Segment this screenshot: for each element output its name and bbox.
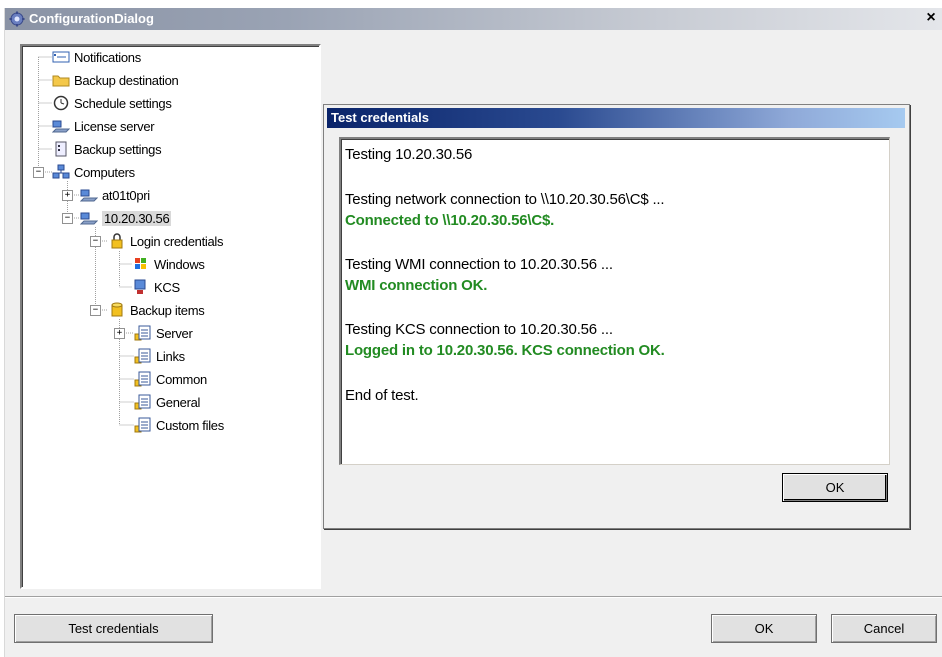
tree-item-label: at01t0pri xyxy=(102,187,150,203)
tree-item-label: Links xyxy=(156,348,185,364)
tree-item-label: 10.20.30.56 xyxy=(102,210,172,226)
output-line: Testing 10.20.30.56 xyxy=(345,146,473,163)
tree-item-common[interactable]: Common xyxy=(134,369,207,389)
folder-icon xyxy=(52,75,70,87)
windows-logo-icon xyxy=(135,258,146,269)
configuration-dialog-window: ConfigurationDialog × − + − − − + Notifi… xyxy=(4,8,942,657)
gear-icon xyxy=(9,11,25,27)
collapse-toggle-backup-items[interactable]: − xyxy=(90,305,101,316)
tree-item-custom-files[interactable]: Custom files xyxy=(134,415,224,435)
output-line: Testing WMI connection to 10.20.30.56 ..… xyxy=(345,256,613,273)
network-computer-icon xyxy=(52,120,70,133)
test-output-box[interactable]: Testing 10.20.30.56 Testing network conn… xyxy=(339,137,890,465)
ok-button[interactable]: OK xyxy=(711,614,817,643)
kcs-computer-icon xyxy=(134,279,146,294)
tree-item-backup-items[interactable]: Backup items xyxy=(108,300,205,320)
clock-icon xyxy=(53,95,69,111)
tree-item-label: Notifications xyxy=(74,49,141,65)
backup-list-icon xyxy=(134,325,151,341)
backup-list-icon xyxy=(134,371,151,387)
test-credentials-button[interactable]: Test credentials xyxy=(14,614,213,643)
tree-item-backup-destination[interactable]: Backup destination xyxy=(52,70,179,90)
database-icon xyxy=(111,302,123,317)
output-line-success: WMI connection OK. xyxy=(345,277,488,294)
network-computer-icon xyxy=(80,189,98,202)
computers-icon xyxy=(52,164,70,179)
tree-item-label: Windows xyxy=(154,256,205,272)
cancel-button[interactable]: Cancel xyxy=(831,614,937,643)
tree-item-computers[interactable]: Computers xyxy=(52,162,135,182)
footer-separator xyxy=(5,596,942,598)
tree-item-label: Backup items xyxy=(130,302,205,318)
tree-item-at01t0pri[interactable]: at01t0pri xyxy=(80,185,150,205)
tree-item-label: Computers xyxy=(74,164,135,180)
collapse-toggle-login-credentials[interactable]: − xyxy=(90,236,101,247)
tree-item-backup-settings[interactable]: Backup settings xyxy=(52,139,162,159)
expand-toggle-at01t0pri[interactable]: + xyxy=(62,190,73,201)
tree-item-label: Backup settings xyxy=(74,141,162,157)
lock-icon xyxy=(111,233,123,249)
tree-item-label: Login credentials xyxy=(130,233,224,249)
output-line: Testing KCS connection to 10.20.30.56 ..… xyxy=(345,321,613,338)
tree-item-label: Server xyxy=(156,325,193,341)
window-title: ConfigurationDialog xyxy=(29,11,154,26)
tree-item-label: Schedule settings xyxy=(74,95,172,111)
output-line: Testing network connection to \\10.20.30… xyxy=(345,191,665,208)
tree-item-links[interactable]: Links xyxy=(134,346,185,366)
test-credentials-dialog: Test credentials Testing 10.20.30.56 Tes… xyxy=(323,104,910,529)
tree-item-label: KCS xyxy=(154,279,180,295)
close-button[interactable]: × xyxy=(923,9,939,27)
tree-item-kcs[interactable]: KCS xyxy=(132,277,180,297)
tree-item-login-credentials[interactable]: Login credentials xyxy=(108,231,223,251)
tree-item-schedule-settings[interactable]: Schedule settings xyxy=(52,93,172,113)
settings-document-icon xyxy=(55,141,67,157)
tree-item-10-20-30-56[interactable]: 10.20.30.56 xyxy=(80,208,172,228)
network-computer-icon xyxy=(80,212,98,225)
tree-item-general[interactable]: General xyxy=(134,392,200,412)
tree-item-label: License server xyxy=(74,118,155,134)
tree-item-label: Common xyxy=(156,371,207,387)
dialog-ok-button[interactable]: OK xyxy=(782,473,888,502)
test-credentials-title[interactable]: Test credentials xyxy=(327,108,905,128)
tree-item-label: General xyxy=(156,394,201,410)
tree-item-license-server[interactable]: License server xyxy=(52,116,155,136)
tree-item-label: Custom files xyxy=(156,417,224,433)
tree-item-windows[interactable]: Windows xyxy=(132,254,205,274)
backup-list-icon xyxy=(134,394,151,410)
tree-item-label: Backup destination xyxy=(74,72,179,88)
notifications-icon xyxy=(52,51,70,63)
backup-list-icon xyxy=(134,417,151,433)
backup-list-icon xyxy=(134,348,151,364)
settings-tree[interactable]: − + − − − + Notifications Backup destina… xyxy=(20,44,321,589)
output-line-success: Logged in to 10.20.30.56. KCS connection… xyxy=(345,342,665,359)
collapse-toggle-10-20-30-56[interactable]: − xyxy=(62,213,73,224)
title-bar[interactable]: ConfigurationDialog × xyxy=(5,8,942,30)
output-line-success: Connected to \\10.20.30.56\C$. xyxy=(345,212,555,229)
expand-toggle-server[interactable]: + xyxy=(114,328,125,339)
tree-item-server[interactable]: Server xyxy=(134,323,193,343)
output-line: End of test. xyxy=(345,387,419,404)
tree-item-notifications[interactable]: Notifications xyxy=(52,47,141,67)
collapse-toggle-computers[interactable]: − xyxy=(33,167,44,178)
